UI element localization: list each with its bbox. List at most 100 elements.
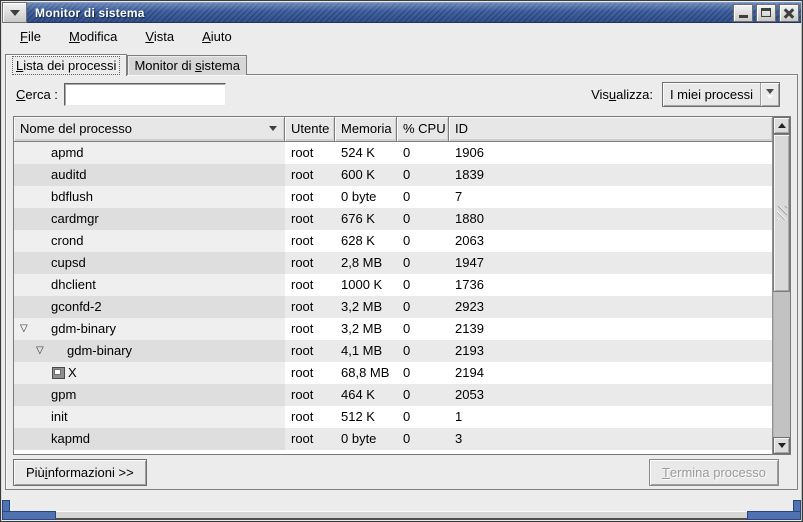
expander-open-icon[interactable]: ▽ (20, 318, 28, 340)
scroll-down-button[interactable] (773, 437, 790, 454)
more-info-button[interactable]: Più informazioni >> (13, 459, 147, 486)
cell-user: root (285, 252, 335, 274)
process-name: bdflush (51, 186, 93, 208)
process-name: crond (51, 230, 84, 252)
menu-modifica[interactable]: Modifica (67, 27, 119, 46)
cell-user: root (285, 186, 335, 208)
tab-monitor-di-sistema[interactable]: Monitor di sistema (127, 55, 247, 75)
table-row[interactable]: gpm root 464 K 0 2053 (14, 384, 772, 406)
cell-id: 2194 (449, 362, 772, 384)
process-name: auditd (51, 164, 86, 186)
process-list-page: Cerca : Visualizza: I miei processi Nome… (5, 74, 798, 490)
column-header-id[interactable]: ID (449, 117, 772, 142)
menu-file[interactable]: File (18, 27, 43, 46)
monitor-icon (52, 367, 65, 379)
cell-cpu: 0 (397, 274, 449, 296)
close-button[interactable] (779, 4, 799, 22)
cell-user: root (285, 142, 335, 164)
maximize-icon (761, 8, 771, 17)
cell-memory: 628 K (335, 230, 397, 252)
table-header: Nome del processo Utente Memoria % CPU I… (14, 117, 772, 142)
cell-cpu: 0 (397, 208, 449, 230)
table-row[interactable]: dhclient root 1000 K 0 1736 (14, 274, 772, 296)
table-row[interactable]: cardmgr root 676 K 0 1880 (14, 208, 772, 230)
column-header-memory[interactable]: Memoria (335, 117, 397, 142)
cell-memory: 0 byte (335, 186, 397, 208)
cell-user: root (285, 230, 335, 252)
process-name: cardmgr (51, 208, 99, 230)
cell-id: 2193 (449, 340, 772, 362)
cell-cpu: 0 (397, 164, 449, 186)
cell-id: 2053 (449, 384, 772, 406)
titlebar-strip[interactable]: Monitor di sistema (27, 2, 801, 23)
column-header-name[interactable]: Nome del processo (14, 117, 285, 142)
menubar: File Modifica Vista Aiuto (4, 24, 799, 48)
minimize-button[interactable] (733, 4, 753, 22)
table-row[interactable]: ▽ gdm-binary root 3,2 MB 0 2139 (14, 318, 772, 340)
table-row[interactable]: bdflush root 0 byte 0 7 (14, 186, 772, 208)
vertical-scrollbar[interactable] (772, 117, 790, 454)
tab-bar: Lista dei processi Monitor di sistema (5, 53, 798, 75)
cell-cpu: 0 (397, 318, 449, 340)
column-header-label: Utente (291, 121, 329, 136)
tab-label: Lista dei processi (12, 56, 120, 75)
resize-grip-right[interactable] (747, 511, 801, 520)
cell-cpu: 0 (397, 252, 449, 274)
cell-cpu: 0 (397, 186, 449, 208)
cell-cpu: 0 (397, 142, 449, 164)
column-header-user[interactable]: Utente (285, 117, 335, 142)
table-row[interactable]: init root 512 K 0 1 (14, 406, 772, 428)
view-filter-label: Visualizza: (591, 87, 653, 102)
table-row[interactable]: auditd root 600 K 0 1839 (14, 164, 772, 186)
tab-label: Monitor di sistema (134, 58, 240, 73)
process-name: dhclient (51, 274, 96, 296)
scrollbar-thumb[interactable] (773, 134, 790, 292)
maximize-button[interactable] (756, 4, 776, 22)
table-body: apmd root 524 K 0 1906 auditd root 600 K… (14, 142, 772, 454)
app-window: Monitor di sistema File Modifica Vista A… (0, 0, 803, 522)
menu-vista[interactable]: Vista (143, 27, 176, 46)
column-header-cpu[interactable]: % CPU (397, 117, 449, 142)
process-name: kapmd (51, 428, 90, 450)
column-header-label: % CPU (403, 121, 446, 136)
end-process-button[interactable]: Termina processo (649, 459, 779, 486)
tab-lista-dei-processi[interactable]: Lista dei processi (5, 54, 127, 76)
titlebar[interactable]: Monitor di sistema (2, 2, 801, 23)
minimize-icon (739, 15, 748, 18)
cell-user: root (285, 406, 335, 428)
cell-cpu: 0 (397, 362, 449, 384)
table-row[interactable]: kapmd root 0 byte 0 3 (14, 428, 772, 450)
search-input[interactable] (64, 83, 226, 106)
resize-grip-left[interactable] (2, 511, 56, 520)
table-row[interactable]: gconfd-2 root 3,2 MB 0 2923 (14, 296, 772, 318)
search-label: Cerca : (16, 87, 58, 102)
view-filter-dropdown[interactable]: I miei processi (662, 82, 780, 107)
process-name: gdm-binary (51, 318, 116, 340)
cell-name: kapmd (14, 428, 285, 450)
expander-open-icon[interactable]: ▽ (36, 340, 44, 362)
cell-user: root (285, 362, 335, 384)
view-filter-selected: I miei processi (663, 87, 760, 102)
table-row[interactable]: X root 68,8 MB 0 2194 (14, 362, 772, 384)
cell-memory: 600 K (335, 164, 397, 186)
window-menu-button[interactable] (2, 2, 27, 23)
cell-name: auditd (14, 164, 285, 186)
window-bottom-frame (2, 511, 801, 520)
table-row[interactable]: crond root 628 K 0 2063 (14, 230, 772, 252)
cell-id: 7 (449, 186, 772, 208)
process-name: init (51, 406, 68, 428)
cell-cpu: 0 (397, 230, 449, 252)
scroll-down-icon (778, 443, 786, 448)
button-row: Più informazioni >> Termina processo (13, 459, 779, 486)
cell-name: ▽ gdm-binary (14, 318, 285, 340)
scroll-up-button[interactable] (773, 117, 790, 134)
cell-name: init (14, 406, 285, 428)
table-row[interactable]: cupsd root 2,8 MB 0 1947 (14, 252, 772, 274)
table-row[interactable]: ▽ gdm-binary root 4,1 MB 0 2193 (14, 340, 772, 362)
filter-row: Cerca : Visualizza: I miei processi (16, 81, 780, 107)
menu-aiuto[interactable]: Aiuto (200, 27, 234, 46)
cell-id: 1839 (449, 164, 772, 186)
table-row[interactable]: apmd root 524 K 0 1906 (14, 142, 772, 164)
cell-id: 3 (449, 428, 772, 450)
process-name: apmd (51, 142, 84, 164)
